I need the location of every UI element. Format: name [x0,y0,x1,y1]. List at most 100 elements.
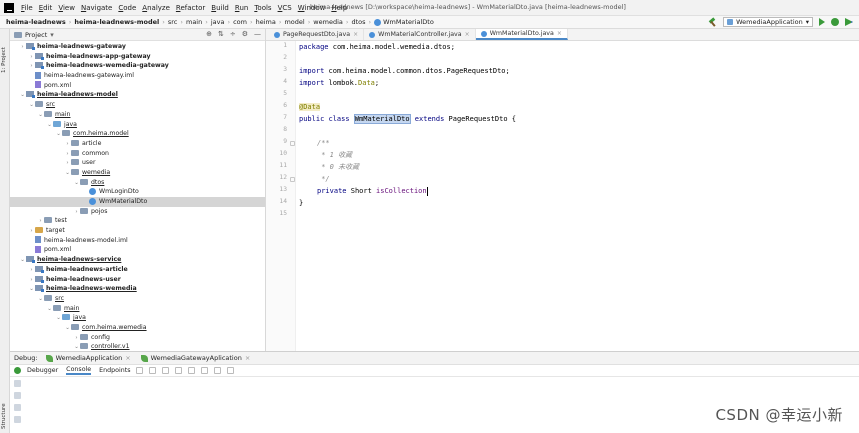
tree-item[interactable]: › pojos [10,207,265,217]
tree-item[interactable]: ⌄ main [10,110,265,120]
menu-view[interactable]: View [55,4,78,12]
tree-item[interactable]: heima-leadnews-model.iml [10,236,265,246]
hide-panel-icon[interactable]: — [254,30,261,38]
breadcrumb-item[interactable]: src [168,18,178,26]
debug-tool-tab-endpoints[interactable]: Endpoints [99,366,130,375]
trace-icon[interactable] [227,367,235,374]
close-icon[interactable]: × [125,354,130,362]
tree-item[interactable]: WmLoginDto [10,187,265,197]
debug-session-tab[interactable]: WemediaApplication × [45,354,131,362]
tree-item[interactable]: ⌄ src [10,294,265,304]
breadcrumb-item[interactable]: heima-leadnews [6,18,66,26]
menu-run[interactable]: Run [232,4,251,12]
code-area[interactable]: package com.heima.model.wemedia.dtos; im… [299,41,859,351]
tree-item[interactable]: ⌄ heima-leadnews-wemedia [10,284,265,294]
chevron-down-icon: ▾ [805,18,809,26]
pause-icon[interactable] [14,404,21,411]
menu-edit[interactable]: Edit [36,4,56,12]
tree-item[interactable]: ⌄ main [10,304,265,314]
tree-item[interactable]: › config [10,333,265,343]
structure-tool-window-button[interactable]: Structure [1,393,9,429]
tree-item[interactable]: ⌄ src [10,100,265,110]
run-with-coverage-icon[interactable] [845,18,853,26]
gear-icon[interactable]: ⚙ [242,30,248,38]
tree-item[interactable]: ⌄ com.heima.model [10,129,265,139]
build-hammer-icon[interactable] [708,18,717,27]
code-line-4: import lombok.Data; [299,77,379,89]
tree-item[interactable]: › article [10,139,265,149]
chevron-down-icon[interactable]: ▾ [50,31,54,39]
debug-tool-tab-debugger[interactable]: Debugger [27,366,58,375]
breadcrumb-item[interactable]: heima-leadnews-model [74,18,159,26]
breadcrumb-item[interactable]: model [284,18,304,26]
menu-navigate[interactable]: Navigate [78,4,115,12]
debug-session-tab[interactable]: WemediaGatewayAplication × [140,354,250,362]
editor-tab[interactable]: WmMaterialController.java × [364,29,476,40]
project-view-select[interactable]: Project [25,31,47,39]
tree-item[interactable]: pom.xml [10,81,265,91]
menu-tools[interactable]: Tools [251,4,274,12]
resume-icon[interactable] [14,392,21,399]
wrench-icon[interactable] [14,380,21,387]
editor-tab[interactable]: WmMaterialDto.java × [475,29,568,40]
tree-item[interactable]: › user [10,158,265,168]
force-step-into-icon[interactable] [175,367,183,374]
tree-item[interactable]: › heima-leadnews-app-gateway [10,52,265,62]
step-over-icon[interactable] [149,367,157,374]
breadcrumb-item[interactable]: WmMaterialDto [374,18,434,26]
tree-item[interactable]: ⌄ dtos [10,178,265,188]
tree-item[interactable]: › heima-leadnews-gateway [10,42,265,52]
tree-item[interactable]: › test [10,216,265,226]
tree-item-label: article [82,139,102,147]
collapse-all-icon[interactable]: ⇅ [218,30,224,38]
tree-item[interactable]: ⌄ java [10,120,265,130]
layout-icon[interactable] [136,367,144,374]
menu-build[interactable]: Build [208,4,232,12]
tree-item[interactable]: › heima-leadnews-user [10,275,265,285]
menu-code[interactable]: Code [115,4,139,12]
editor-tab[interactable]: PageRequestDto.java × [269,29,365,40]
menu-analyze[interactable]: Analyze [139,4,173,12]
breadcrumb-item[interactable]: heima [256,18,276,26]
fold-marker-icon[interactable] [290,141,295,146]
breadcrumb-item[interactable]: java [211,18,225,26]
tree-item[interactable]: ⌄ com.heima.wemedia [10,323,265,333]
close-icon[interactable]: × [353,31,358,38]
tree-item[interactable]: ⌄ wemedia [10,168,265,178]
tree-item[interactable]: › target [10,226,265,236]
tree-item[interactable]: pom.xml [10,245,265,255]
menu-refactor[interactable]: Refactor [173,4,208,12]
tree-item[interactable]: › heima-leadnews-article [10,265,265,275]
debug-tool-tab-console[interactable]: Console [66,366,92,375]
spring-boot-icon [45,354,53,362]
run-icon[interactable] [819,18,825,26]
run-configuration-select[interactable]: WemediaApplication ▾ [723,17,813,27]
breadcrumb-item[interactable]: dtos [351,18,365,26]
tree-item[interactable]: › heima-leadnews-wemedia-gateway [10,61,265,71]
expand-all-icon[interactable]: ÷ [230,30,236,38]
menu-vcs[interactable]: VCS [275,4,295,12]
rerun-icon[interactable] [14,367,21,374]
debug-icon[interactable] [831,18,839,26]
step-into-icon[interactable] [162,367,170,374]
tree-item[interactable]: ⌄ heima-leadnews-service [10,255,265,265]
locate-file-icon[interactable]: ⊕ [206,30,212,38]
breadcrumb-item[interactable]: wemedia [313,18,343,26]
tree-item[interactable]: ⌄ heima-leadnews-model [10,90,265,100]
breadcrumb-item[interactable]: main [186,18,202,26]
breadcrumb-item[interactable]: com [233,18,247,26]
project-tool-window-button[interactable]: 1: Project [1,33,9,73]
tree-item[interactable]: ⌄ java [10,313,265,323]
close-icon[interactable]: × [557,30,562,37]
tree-item[interactable]: heima-leadnews-gateway.iml [10,71,265,81]
close-icon[interactable]: × [465,31,470,38]
close-icon[interactable]: × [245,354,250,362]
step-out-icon[interactable] [188,367,196,374]
tree-item[interactable]: WmMaterialDto [10,197,265,207]
run-to-cursor-icon[interactable] [201,367,209,374]
evaluate-icon[interactable] [214,367,222,374]
stop-icon[interactable] [14,416,21,423]
fold-marker-icon[interactable] [290,177,295,182]
menu-file[interactable]: File [18,4,36,12]
tree-item[interactable]: › common [10,149,265,159]
